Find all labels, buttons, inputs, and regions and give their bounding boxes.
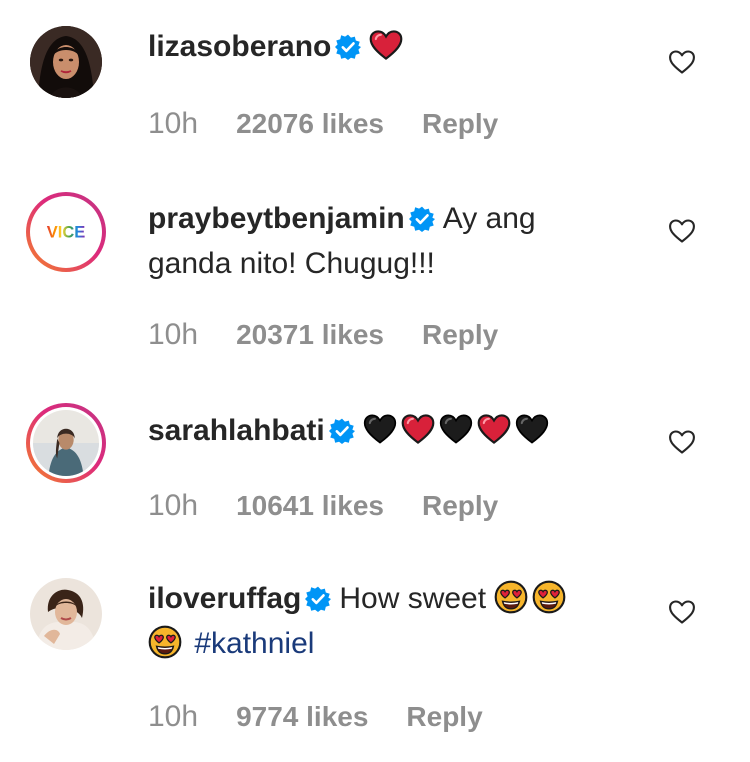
comment-text: praybeytbenjamin Ay ang ganda nito! Chugu… bbox=[148, 196, 618, 286]
black-heart-emoji bbox=[515, 412, 549, 446]
username[interactable]: iloveruffag bbox=[148, 582, 301, 615]
username[interactable]: lizasoberano bbox=[148, 30, 331, 63]
reply-button[interactable]: Reply bbox=[406, 701, 482, 733]
verified-badge-icon bbox=[305, 586, 331, 612]
comment-meta: 10h 22076 likes Reply bbox=[148, 107, 498, 141]
reply-button[interactable]: Reply bbox=[422, 490, 498, 522]
likes-count[interactable]: 9774 likes bbox=[236, 701, 368, 733]
avatar[interactable] bbox=[30, 26, 102, 98]
reply-button[interactable]: Reply bbox=[422, 319, 498, 351]
verified-badge-icon bbox=[329, 418, 355, 444]
black-heart-emoji bbox=[363, 412, 397, 446]
heart-eyes-emoji bbox=[494, 580, 528, 614]
avatar-text: VICE bbox=[47, 224, 86, 242]
comment-meta: 10h 20371 likes Reply bbox=[148, 318, 498, 352]
comment-text: lizasoberano bbox=[148, 24, 618, 69]
like-heart-icon[interactable] bbox=[668, 428, 696, 456]
likes-count[interactable]: 10641 likes bbox=[236, 490, 384, 522]
comment-text: sarahlahbati bbox=[148, 408, 618, 453]
avatar[interactable]: VICE bbox=[26, 192, 106, 272]
reply-button[interactable]: Reply bbox=[422, 108, 498, 140]
comment-meta: 10h 9774 likes Reply bbox=[148, 700, 483, 734]
avatar[interactable] bbox=[26, 403, 106, 483]
comment-body: How sweet bbox=[339, 582, 487, 615]
verified-badge-icon bbox=[409, 206, 435, 232]
like-heart-icon[interactable] bbox=[668, 217, 696, 245]
avatar-photo bbox=[33, 410, 99, 476]
like-heart-icon[interactable] bbox=[668, 598, 696, 626]
heart-eyes-emoji bbox=[532, 580, 566, 614]
heart-eyes-emoji bbox=[148, 625, 182, 659]
username[interactable]: praybeytbenjamin bbox=[148, 202, 405, 235]
avatar-photo bbox=[30, 26, 102, 98]
likes-count[interactable]: 20371 likes bbox=[236, 319, 384, 351]
like-heart-icon[interactable] bbox=[668, 48, 696, 76]
timestamp: 10h bbox=[148, 700, 199, 733]
hashtag-link[interactable]: #kathniel bbox=[194, 627, 314, 660]
avatar[interactable] bbox=[30, 578, 102, 650]
avatar-photo bbox=[30, 578, 102, 650]
likes-count[interactable]: 22076 likes bbox=[236, 108, 384, 140]
vice-logo-icon: VICE bbox=[33, 199, 99, 265]
comment-text: iloveruffag How sweet #kathniel bbox=[148, 576, 618, 666]
comment-meta: 10h 10641 likes Reply bbox=[148, 489, 498, 523]
black-heart-emoji bbox=[439, 412, 473, 446]
username[interactable]: sarahlahbati bbox=[148, 414, 325, 447]
timestamp: 10h bbox=[148, 107, 199, 140]
red-heart-emoji bbox=[477, 412, 511, 446]
red-heart-emoji bbox=[369, 28, 403, 62]
verified-badge-icon bbox=[335, 34, 361, 60]
timestamp: 10h bbox=[148, 318, 199, 351]
red-heart-emoji bbox=[401, 412, 435, 446]
timestamp: 10h bbox=[148, 489, 199, 522]
